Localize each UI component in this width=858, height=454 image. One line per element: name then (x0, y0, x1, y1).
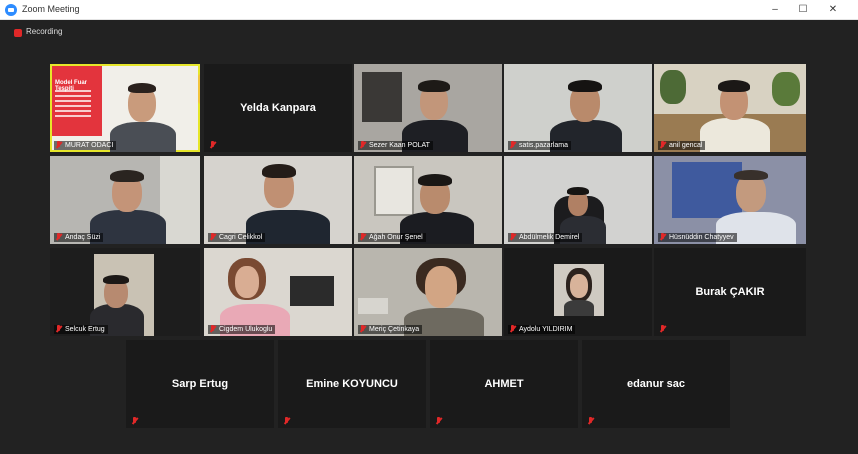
participant-tile-meric-cetinkaya[interactable]: Meriç Çetinkaya (354, 248, 502, 336)
mic-muted-icon (509, 325, 516, 333)
title-bar: Zoom Meeting – ☐ ✕ (0, 0, 858, 20)
mic-muted-icon (359, 141, 366, 149)
participant-name: Meriç Çetinkaya (358, 325, 423, 334)
participant-tile-cagri-celikkol[interactable]: Cagri Celikkol (204, 156, 352, 244)
participant-tile-anil-gencal[interactable]: anil gencal (654, 64, 806, 152)
participant-tile-burak-cakir[interactable]: Burak ÇAKIR (654, 248, 806, 336)
mic-muted-icon (209, 233, 216, 241)
mic-muted-icon (509, 233, 516, 241)
participant-tile-murat-odaci[interactable]: Model Fuar Tespiti MURAT ODACI (50, 64, 200, 152)
participant-tile-ahmet[interactable]: AHMET (430, 340, 578, 428)
participant-tile-aydolu-yildirim[interactable]: Aydolu YILDIRIM (504, 248, 652, 336)
participant-tile-yelda-kanpara[interactable]: Yelda Kanpara (204, 64, 352, 152)
mic-muted-icon (209, 325, 216, 333)
mic-muted-icon (435, 417, 442, 425)
participant-tile-andac-suzi[interactable]: Andaç Süzi (50, 156, 200, 244)
participant-name: Abdülmelik Demirel (508, 233, 583, 242)
mic-muted-icon (283, 417, 290, 425)
mic-muted-icon (55, 141, 62, 149)
participant-tile-edanur-sac[interactable]: edanur sac (582, 340, 730, 428)
participant-name: Ağah Onur Şenel (358, 233, 426, 242)
participant-tile-husnuddin-chatyyev[interactable]: Hüsnüddin Chatyyev (654, 156, 806, 244)
window-title: Zoom Meeting (22, 4, 80, 14)
mic-muted-icon (509, 141, 516, 149)
participant-name: AHMET (484, 378, 524, 390)
participant-name: Selcuk Ertug (54, 325, 108, 334)
participant-tile-sarp-ertug[interactable]: Sarp Ertug (126, 340, 274, 428)
mic-muted-icon (55, 325, 62, 333)
mic-muted-icon (131, 417, 138, 425)
meeting-area: Recording Model Fuar Tespiti MURAT ODACI… (0, 20, 858, 454)
mic-muted-icon (587, 417, 594, 425)
participant-name: satis.pazarlama (508, 141, 572, 150)
recording-label: Recording (26, 27, 63, 36)
mic-muted-icon (55, 233, 62, 241)
participant-tile-agah-onur-senel[interactable]: Ağah Onur Şenel (354, 156, 502, 244)
close-button[interactable]: ✕ (820, 1, 846, 19)
participant-name: Burak ÇAKIR (695, 286, 765, 298)
mic-muted-icon (659, 233, 666, 241)
participant-name: Cagri Celikkol (208, 233, 266, 242)
zoom-logo-icon (5, 4, 17, 16)
mic-muted-icon (659, 325, 666, 333)
mic-muted-icon (359, 233, 366, 241)
mic-muted-icon (209, 141, 216, 149)
participant-name: Emine KOYUNCU (306, 378, 398, 390)
participant-tile-cigdem-ulukoglu[interactable]: Cigdem Ulukoglu (204, 248, 352, 336)
participant-name: edanur sac (626, 378, 686, 390)
recording-icon (14, 29, 22, 37)
participant-name: Sezer Kaan POLAT (358, 141, 433, 150)
participant-tile-sezer-kaan-polat[interactable]: Sezer Kaan POLAT (354, 64, 502, 152)
mic-muted-icon (359, 325, 366, 333)
participant-name: MURAT ODACI (54, 141, 117, 150)
mic-muted-icon (659, 141, 666, 149)
participant-name: Aydolu YILDIRIM (508, 325, 576, 334)
participant-name: Hüsnüddin Chatyyev (658, 233, 737, 242)
participant-tile-satis-pazarlama[interactable]: satis.pazarlama (504, 64, 652, 152)
participant-name: Yelda Kanpara (240, 102, 316, 114)
participant-tile-selcuk-ertug[interactable]: Selcuk Ertug (50, 248, 200, 336)
maximize-button[interactable]: ☐ (790, 1, 816, 19)
participant-name: Sarp Ertug (171, 378, 229, 390)
shared-slide: Model Fuar Tespiti (52, 66, 102, 136)
participant-tile-abdulmelik-demirel[interactable]: Abdülmelik Demirel (504, 156, 652, 244)
minimize-button[interactable]: – (762, 1, 788, 19)
participant-name: Cigdem Ulukoglu (208, 325, 276, 334)
participant-avatar (554, 264, 604, 316)
participant-tile-emine-koyuncu[interactable]: Emine KOYUNCU (278, 340, 426, 428)
